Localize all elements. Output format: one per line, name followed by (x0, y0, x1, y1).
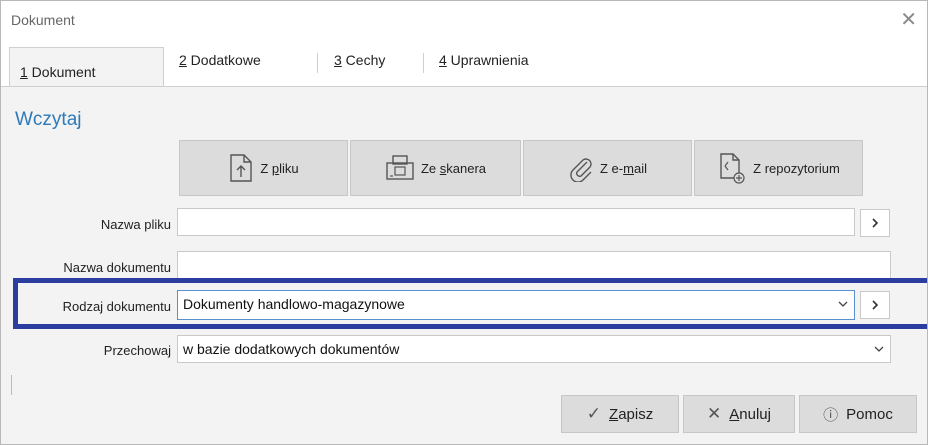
load-from-email-button[interactable]: Z e-mail (523, 140, 692, 196)
title-bar: Dokument ✕ (1, 1, 927, 41)
document-name-label: Nazwa dokumentu (63, 260, 171, 275)
check-icon: ✓ (586, 404, 602, 423)
storage-combo[interactable]: w bazie dodatkowych dokumentów (177, 335, 891, 363)
help-button[interactable]: ⓘ Pomoc (799, 395, 917, 433)
paperclip-icon (570, 158, 592, 182)
tab-separator (317, 53, 318, 73)
help-icon: ⓘ (823, 406, 839, 424)
load-section-title: Wczytaj (15, 109, 82, 130)
tab-dokument[interactable]: 1 Dokument (9, 47, 164, 86)
tab-bar: 1 Dokument 2 Dodatkowe 3 Cechy 4 Uprawni… (1, 41, 927, 87)
document-type-label: Rodzaj dokumentu (62, 299, 171, 314)
tab-dodatkowe[interactable]: 2 Dodatkowe (179, 52, 261, 68)
document-dialog: Dokument ✕ 1 Dokument 2 Dodatkowe 3 Cech… (0, 0, 928, 445)
divider (11, 375, 12, 395)
browse-file-button[interactable] (860, 209, 890, 237)
file-name-field[interactable] (177, 208, 855, 236)
chevron-right-icon (872, 300, 879, 310)
save-button[interactable]: ✓ Zapisz (561, 395, 679, 433)
scanner-icon (386, 155, 414, 180)
close-icon: ✕ (707, 404, 722, 423)
dialog-title: Dokument (11, 12, 75, 28)
close-icon[interactable]: ✕ (900, 9, 917, 31)
cancel-button[interactable]: ✕ Anuluj (683, 395, 795, 433)
document-name-field[interactable] (177, 251, 891, 279)
file-import-icon (230, 154, 253, 182)
chevron-down-icon (838, 301, 848, 307)
load-from-repository-button[interactable]: Z repozytorium (694, 140, 863, 196)
tab-uprawnienia[interactable]: 4 Uprawnienia (439, 52, 529, 68)
load-from-scanner-button[interactable]: Ze skanera (350, 140, 521, 196)
load-from-file-button[interactable]: Z pliku (179, 140, 348, 196)
tab-separator (423, 53, 424, 73)
chevron-right-icon (872, 218, 879, 228)
storage-label: Przechowaj (103, 343, 171, 358)
tab-cechy[interactable]: 3 Cechy (334, 52, 385, 68)
document-type-details-button[interactable] (860, 291, 890, 319)
file-name-label: Nazwa pliku (100, 217, 171, 232)
repository-file-icon (720, 153, 745, 184)
chevron-down-icon (874, 346, 884, 352)
document-type-combo[interactable]: Dokumenty handlowo-magazynowe (177, 290, 855, 320)
